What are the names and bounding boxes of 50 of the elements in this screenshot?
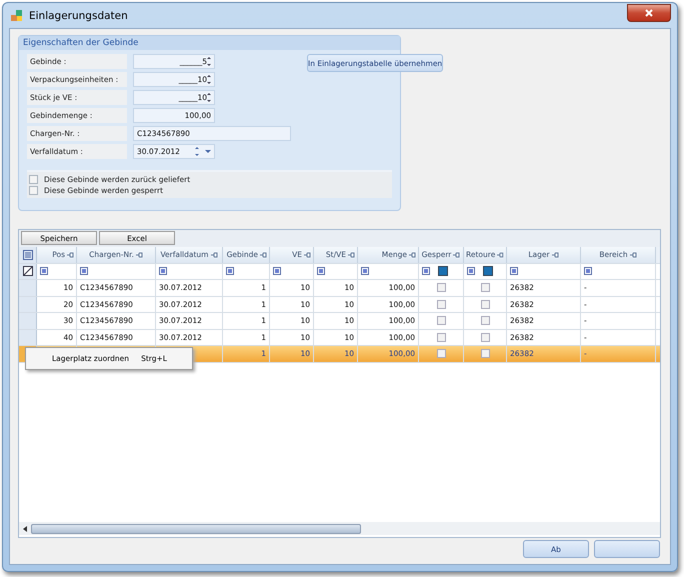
filter-icon[interactable] <box>467 267 475 276</box>
checkbox[interactable] <box>480 300 490 309</box>
checkbox[interactable] <box>436 300 446 309</box>
filter-value-icon[interactable] <box>438 266 448 276</box>
filter-icon[interactable] <box>317 267 325 276</box>
pin-icon[interactable] <box>210 252 218 258</box>
scroll-left-icon[interactable] <box>23 526 27 532</box>
checkbox[interactable] <box>29 175 38 184</box>
checkbox[interactable] <box>436 283 446 292</box>
pin-icon[interactable] <box>348 252 355 258</box>
column-chooser-icon[interactable] <box>22 250 32 260</box>
checkbox[interactable] <box>436 316 446 326</box>
pin-icon[interactable] <box>260 252 267 258</box>
pin-icon[interactable] <box>67 252 74 258</box>
group-title: Eigenschaften der Gebinde <box>19 36 400 50</box>
filter-icon[interactable] <box>510 267 518 276</box>
pin-icon[interactable] <box>409 252 416 258</box>
checkbox[interactable] <box>480 332 490 342</box>
checkbox[interactable] <box>436 349 446 358</box>
filter-icon[interactable] <box>40 267 48 276</box>
checkbox[interactable] <box>480 316 490 326</box>
pin-icon[interactable] <box>453 252 460 258</box>
horizontal-scrollbar[interactable] <box>19 522 660 535</box>
filter-icon[interactable] <box>159 267 167 276</box>
spin-icon[interactable] <box>207 57 211 66</box>
checkbox[interactable] <box>480 349 490 358</box>
app-icon <box>11 10 23 22</box>
checkbox[interactable] <box>480 283 490 292</box>
filter-icon[interactable] <box>584 267 592 276</box>
close-button[interactable] <box>627 4 671 22</box>
filter-icon[interactable] <box>226 267 234 276</box>
close-icon <box>645 8 653 16</box>
dialog-button[interactable] <box>594 540 660 558</box>
checkbox[interactable] <box>29 186 38 195</box>
spin-icon[interactable] <box>207 75 211 84</box>
filter-icon[interactable] <box>422 267 430 276</box>
pin-icon[interactable] <box>552 252 559 258</box>
dropdown-icon[interactable] <box>195 147 211 156</box>
spin-icon[interactable] <box>207 93 211 102</box>
filter-icon[interactable] <box>273 267 281 276</box>
filter-clear-icon[interactable] <box>22 266 32 276</box>
checkbox[interactable] <box>436 332 446 342</box>
pin-icon[interactable] <box>630 252 637 258</box>
pin-icon[interactable] <box>497 252 504 258</box>
filter-icon[interactable] <box>80 267 88 276</box>
pin-icon[interactable] <box>304 252 311 258</box>
window-title: Einlagerungsdaten <box>29 10 129 22</box>
pin-icon[interactable] <box>136 252 143 258</box>
filter-value-icon[interactable] <box>483 266 493 276</box>
filter-icon[interactable] <box>361 267 369 276</box>
